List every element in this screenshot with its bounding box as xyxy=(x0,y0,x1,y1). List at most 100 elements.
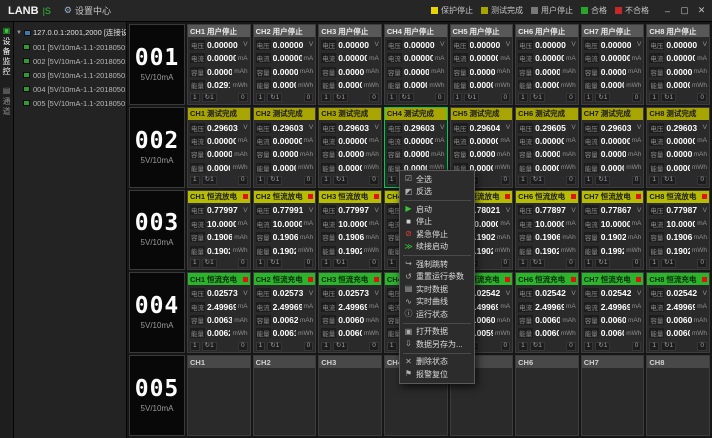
channel-card-001-CH6[interactable]: CH6用户停止电压0.00000V电流0.00000mA容量0.00000mAh… xyxy=(515,24,579,105)
device-monitor-icon: ▣ xyxy=(3,27,11,35)
flag-counter: 0 xyxy=(238,342,248,351)
value-number: 0.00000 xyxy=(535,136,564,146)
value-label: 电流 xyxy=(649,53,664,63)
channel-card-004-CH7[interactable]: CH7恒流充电电压0.02542V电流2.49969mA容量0.00608mAh… xyxy=(581,272,645,353)
app-logo-suffix: |S xyxy=(43,6,57,16)
channel-card-003-CH8[interactable]: CH8恒流放电电压0.77987V电流10.0000mA容量0.19061mAh… xyxy=(646,190,710,271)
channel-card-001-CH1[interactable]: CH1用户停止电压0.00000V电流0.00000mA容量0.00000mAh… xyxy=(187,24,251,105)
value-unit: mAh xyxy=(300,317,313,324)
running-indicator-icon xyxy=(571,194,576,199)
channel-card-002-CH3[interactable]: CH3测试完成电压0.29603V电流0.00000mA容量0.00000mAh… xyxy=(318,107,382,188)
cycle-count: 1 xyxy=(210,95,214,102)
channel-card-002-CH1[interactable]: CH1测试完成电压0.29603V电流0.00000mA容量0.00000mAh… xyxy=(187,107,251,188)
menu-settings-center[interactable]: ⚙设置中心 xyxy=(57,0,119,22)
value-label: 电流 xyxy=(584,53,599,63)
value-line: 容量0.00000mAh xyxy=(254,65,316,78)
context-menu-item[interactable]: ■停止 xyxy=(400,216,474,229)
channel-card-003-CH6[interactable]: CH6恒流放电电压0.77897V电流10.0000mA容量0.19061mAh… xyxy=(515,190,579,271)
channel-card-004-CH2[interactable]: CH2恒流充电电压0.02573V电流2.49969mA容量0.00622mAh… xyxy=(253,272,317,353)
channel-status: 用户停止 xyxy=(601,26,631,37)
value-number: 0.00000 xyxy=(207,40,238,50)
flag-counter: 0 xyxy=(369,259,379,268)
legend-item-pass: 合格 xyxy=(581,5,607,16)
context-menu-item[interactable]: ⚑报警复位 xyxy=(400,368,474,381)
context-menu-item[interactable]: ≫续接启动 xyxy=(400,241,474,254)
channel-card-004-CH6[interactable]: CH6恒流充电电压0.02542V电流2.49969mA容量0.00608mAh… xyxy=(515,272,579,353)
channel-card-003-CH3[interactable]: CH3恒流放电电压0.77997V电流10.0000mA容量0.19061mAh… xyxy=(318,190,382,271)
context-menu-item[interactable]: ▤实时数据 xyxy=(400,283,474,296)
legend-label: 合格 xyxy=(591,5,607,16)
context-menu-item[interactable]: ▶启动 xyxy=(400,203,474,216)
sidebar-tab-channel[interactable]: ▤ 通道 xyxy=(1,87,12,117)
maximize-button[interactable]: ▢ xyxy=(676,0,693,22)
value-unit: mWh xyxy=(232,164,247,171)
value-label: 电流 xyxy=(190,219,205,229)
context-menu-item[interactable]: ✕删除状态 xyxy=(400,356,474,369)
channel-card-004-CH1[interactable]: CH1恒流充电电压0.02573V电流2.49969mA容量0.00634mAh… xyxy=(187,272,251,353)
channel-card-003-CH7[interactable]: CH7恒流放电电压0.77867V电流10.0000mA容量0.19021mAh… xyxy=(581,190,645,271)
context-menu-item[interactable]: ⓘ运行状态 xyxy=(400,308,474,321)
context-menu-item[interactable]: ⊘紧急停止 xyxy=(400,228,474,241)
channel-card-002-CH8[interactable]: CH8测试完成电压0.29603V电流0.00000mA容量0.00000mAh… xyxy=(646,107,710,188)
channel-card-002-CH7[interactable]: CH7测试完成电压0.29603V电流0.00000mA容量0.00000mAh… xyxy=(581,107,645,188)
channel-card-004-CH3[interactable]: CH3恒流充电电压0.02573V电流2.49969mA容量0.00609mAh… xyxy=(318,272,382,353)
value-number: 0.00000 xyxy=(338,149,363,159)
value-number: 0.00000 xyxy=(273,149,298,159)
close-button[interactable]: ✕ xyxy=(693,0,710,22)
channel-card-005-CH2[interactable]: CH2 xyxy=(253,355,317,436)
value-unit: V xyxy=(375,290,379,297)
device-number-display: 0015V/10mA xyxy=(129,24,185,105)
tree-item-device[interactable]: 005 [5V/10mA-1.1-20180501005] xyxy=(14,96,126,110)
tree-item-device[interactable]: 001 [5V/10mA-1.1-20180501001] xyxy=(14,40,126,54)
channel-card-001-CH8[interactable]: CH8用户停止电压0.00000V电流0.00000mA容量0.00000mAh… xyxy=(646,24,710,105)
channel-card-003-CH2[interactable]: CH2恒流放电电压0.77991V电流10.0000mA容量0.19061mAh… xyxy=(253,190,317,271)
channel-card-005-CH8[interactable]: CH8 xyxy=(646,355,710,436)
value-line: 容量0.00000mAh xyxy=(516,148,578,161)
channel-header: CH2测试完成 xyxy=(254,108,316,120)
context-menu-item[interactable]: ▣打开数据 xyxy=(400,326,474,339)
channel-card-002-CH6[interactable]: CH6测试完成电压0.29605V电流0.00000mA容量0.00000mAh… xyxy=(515,107,579,188)
channel-header: CH8恒流放电 xyxy=(647,191,709,203)
context-menu-item[interactable]: ⇩数据另存为... xyxy=(400,338,474,351)
realtime-curve-icon: ∿ xyxy=(404,298,413,306)
value-number: 0.00000 xyxy=(207,163,230,173)
channel-card-001-CH7[interactable]: CH7用户停止电压0.00000V电流0.00000mA容量0.00000mAh… xyxy=(581,24,645,105)
tree-root-node[interactable]: ▼ 127.0.0.1:2001,2000 [连接设备5台] xyxy=(14,25,126,40)
channel-footer: 1↻10 xyxy=(254,93,316,104)
flag-counter: 0 xyxy=(238,93,248,102)
sidebar-tab-device-monitor[interactable]: ▣ 设备监控 xyxy=(1,27,12,77)
value-number: 0.00609 xyxy=(338,315,363,325)
channel-card-005-CH7[interactable]: CH7 xyxy=(581,355,645,436)
flag-counter: 0 xyxy=(369,342,379,351)
minimize-button[interactable]: – xyxy=(659,0,676,22)
context-menu-item[interactable]: ∿实时曲线 xyxy=(400,296,474,309)
channel-card-002-CH2[interactable]: CH2测试完成电压0.29603V电流0.00000mA容量0.00000mAh… xyxy=(253,107,317,188)
context-menu-item[interactable]: ☑全选 xyxy=(400,173,474,186)
channel-card-005-CH1[interactable]: CH1 xyxy=(187,355,251,436)
channel-card-003-CH1[interactable]: CH1恒流放电电压0.77997V电流10.0000mA容量0.19061mAh… xyxy=(187,190,251,271)
value-line: 电压0.77987V xyxy=(647,204,709,217)
channel-card-001-CH4[interactable]: CH4用户停止电压0.00000V电流0.00000mA容量0.00000mAh… xyxy=(384,24,448,105)
context-menu-item[interactable]: ↺重置运行参数 xyxy=(400,271,474,284)
value-label: 能量 xyxy=(321,80,336,90)
value-line: 能量0.02914mWh xyxy=(188,78,250,91)
value-label: 容量 xyxy=(584,67,599,77)
channel-card-001-CH5[interactable]: CH5用户停止电压0.00000V电流0.00000mA容量0.00000mAh… xyxy=(450,24,514,105)
channel-footer: 1↻10 xyxy=(516,93,578,104)
tree-item-label: 005 [5V/10mA-1.1-20180501005] xyxy=(33,99,126,108)
context-menu-item[interactable]: ↪强制跳转 xyxy=(400,258,474,271)
context-menu-item[interactable]: ◩反选 xyxy=(400,186,474,199)
tree-item-device[interactable]: 004 [5V/10mA-1.1-20180501004] xyxy=(14,82,126,96)
tree-item-device[interactable]: 003 [5V/10mA-1.1-20180501003] xyxy=(14,68,126,82)
menu-separator xyxy=(403,353,471,354)
channel-status: 测试完成 xyxy=(338,108,368,119)
cycle-counter: ↻1 xyxy=(333,93,348,102)
channel-card-005-CH6[interactable]: CH6 xyxy=(515,355,579,436)
collapse-arrow-icon[interactable]: ▼ xyxy=(16,30,22,36)
channel-card-001-CH2[interactable]: CH2用户停止电压0.00000V电流0.00000mA容量0.00000mAh… xyxy=(253,24,317,105)
channel-card-004-CH8[interactable]: CH8恒流充电电压0.02542V电流2.49969mA容量0.00608mAh… xyxy=(646,272,710,353)
tree-item-device[interactable]: 002 [5V/10mA-1.1-20180501002] xyxy=(14,54,126,68)
channel-card-001-CH3[interactable]: CH3用户停止电压0.00000V电流0.00000mA容量0.00000mAh… xyxy=(318,24,382,105)
channel-card-005-CH3[interactable]: CH3 xyxy=(318,355,382,436)
value-line: 能量0.19021mWh xyxy=(254,244,316,257)
